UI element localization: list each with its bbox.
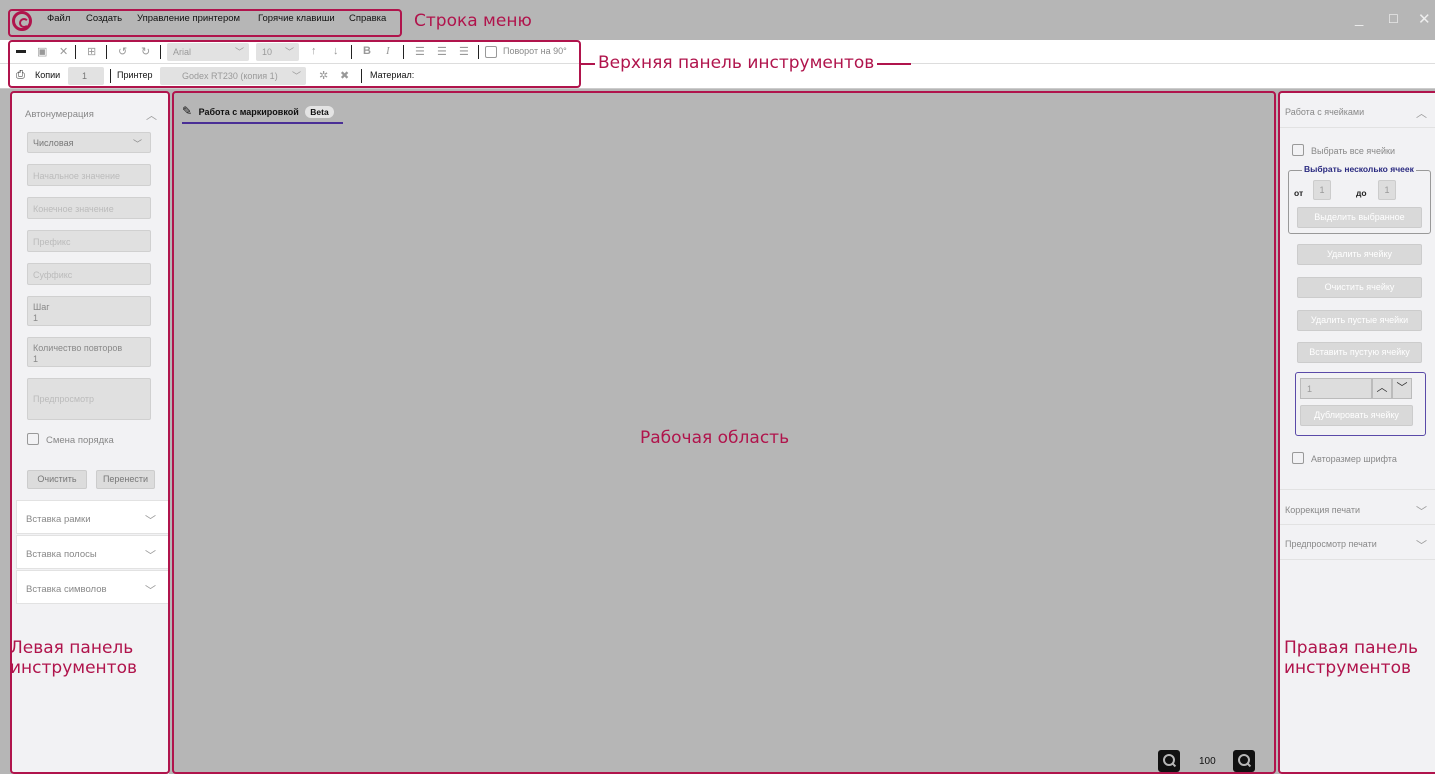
annotation-menu-bar-label: Строка меню	[414, 11, 532, 31]
annotation-workspace-label: Рабочая область	[640, 428, 790, 448]
maximize-icon[interactable]: ☐	[1388, 12, 1399, 26]
annotation-left-panel-label: Левая панель инструментов	[10, 638, 137, 678]
annotation-toolbar-label: Верхняя панель инструментов	[595, 53, 878, 73]
minimize-icon[interactable]: _	[1355, 10, 1363, 27]
annotation-right-panel-label: Правая панель инструментов	[1284, 638, 1419, 678]
annotation-toolbar-frame	[8, 40, 581, 88]
close-icon[interactable]: ✕	[1418, 10, 1431, 28]
annotation-menu-bar-frame	[8, 9, 402, 37]
